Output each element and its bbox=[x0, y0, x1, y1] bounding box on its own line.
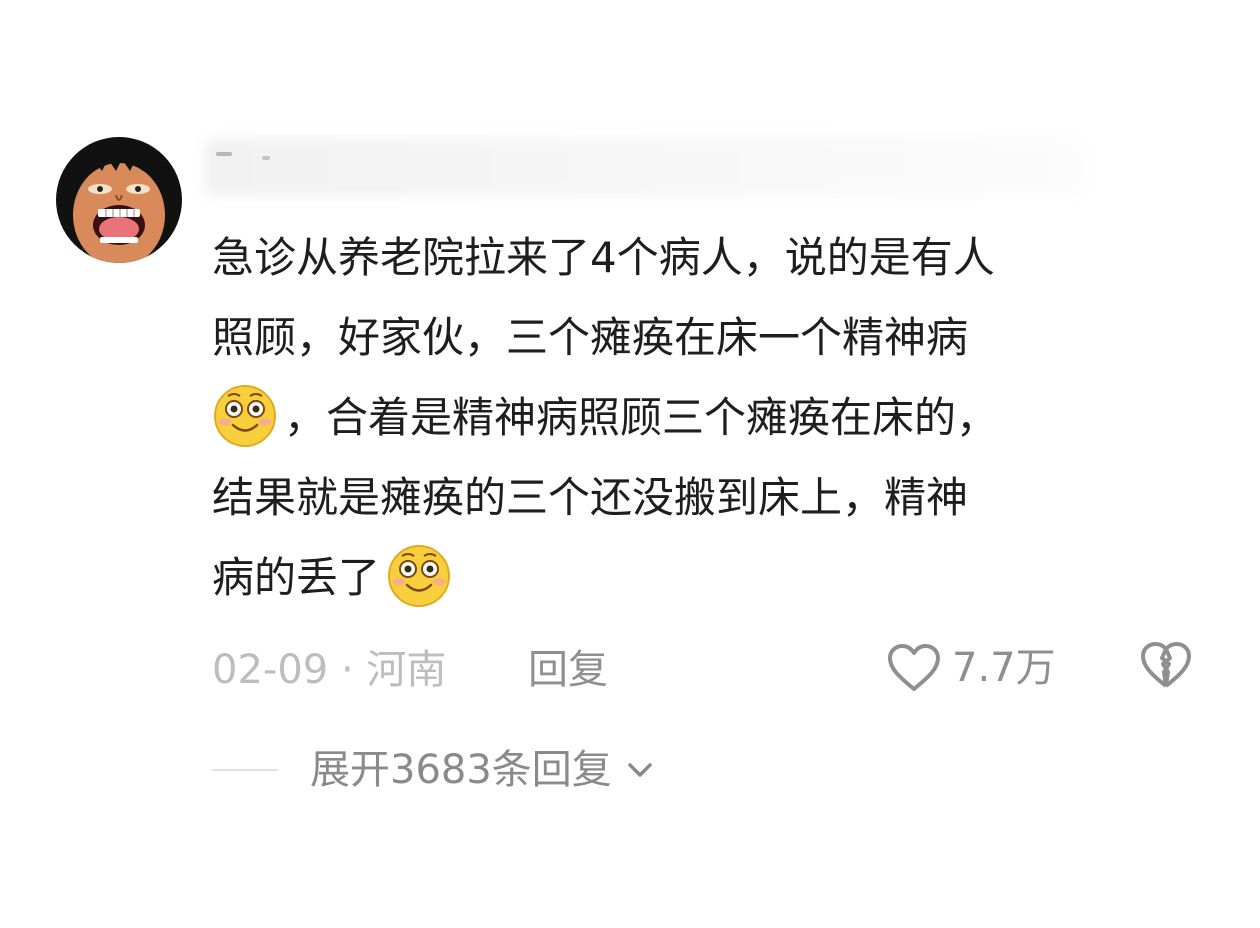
comment-line: 结果就是瘫痪的三个还没搬到床上，精神 bbox=[212, 458, 1212, 538]
reply-button[interactable]: 回复 bbox=[528, 640, 608, 700]
broken-heart-icon bbox=[1141, 642, 1191, 688]
avatar[interactable] bbox=[56, 137, 182, 263]
comment-line-text: 病的丢了 bbox=[212, 553, 381, 602]
comment-line: 照顾，好家伙，三个瘫痪在床一个精神病 bbox=[212, 298, 1212, 378]
chevron-down-icon bbox=[628, 763, 652, 777]
avatar-cartoon-face-icon bbox=[56, 137, 182, 263]
expand-replies-button[interactable]: 展开3683条回复 bbox=[212, 740, 658, 800]
comment-page: 急诊从养老院拉来了4个病人，说的是有人 照顾，好家伙，三个瘫痪在床一个精神病 ，… bbox=[0, 0, 1260, 928]
comment-meta: 02-09 · 河南 bbox=[212, 640, 446, 700]
username-redacted-mark bbox=[216, 152, 232, 156]
username-redacted bbox=[205, 138, 1085, 196]
comment-text: 急诊从养老院拉来了4个病人，说的是有人 照顾，好家伙，三个瘫痪在床一个精神病 ，… bbox=[212, 218, 1212, 618]
divider-line bbox=[212, 769, 278, 771]
comment-line-text: 照顾，好家伙，三个瘫痪在床一个精神病 bbox=[212, 313, 969, 362]
like-button[interactable]: 7.7万 bbox=[886, 638, 1056, 698]
dislike-button[interactable] bbox=[1140, 640, 1192, 692]
comment-line: ，合着是精神病照顾三个瘫痪在床的， bbox=[212, 378, 1212, 458]
heart-outline-icon bbox=[888, 644, 940, 691]
comment-line: 急诊从养老院拉来了4个病人，说的是有人 bbox=[212, 218, 1212, 298]
comment-line: 病的丢了 bbox=[212, 538, 1212, 618]
like-count: 7.7万 bbox=[952, 645, 1056, 691]
comment-line-text: ，合着是精神病照顾三个瘫痪在床的， bbox=[284, 393, 999, 442]
comment-location: 河南 bbox=[366, 647, 447, 693]
comment-line-text: 急诊从养老院拉来了4个病人，说的是有人 bbox=[212, 233, 995, 282]
expand-replies-label: 展开3683条回复 bbox=[310, 747, 612, 793]
meta-separator: · bbox=[328, 647, 367, 693]
username-redacted-mark bbox=[262, 156, 270, 160]
smiling-face-emoji-icon bbox=[214, 385, 276, 447]
comment-line-text: 结果就是瘫痪的三个还没搬到床上，精神 bbox=[212, 473, 969, 522]
comment-date: 02-09 bbox=[212, 647, 329, 693]
smiling-face-emoji-icon bbox=[388, 545, 451, 607]
